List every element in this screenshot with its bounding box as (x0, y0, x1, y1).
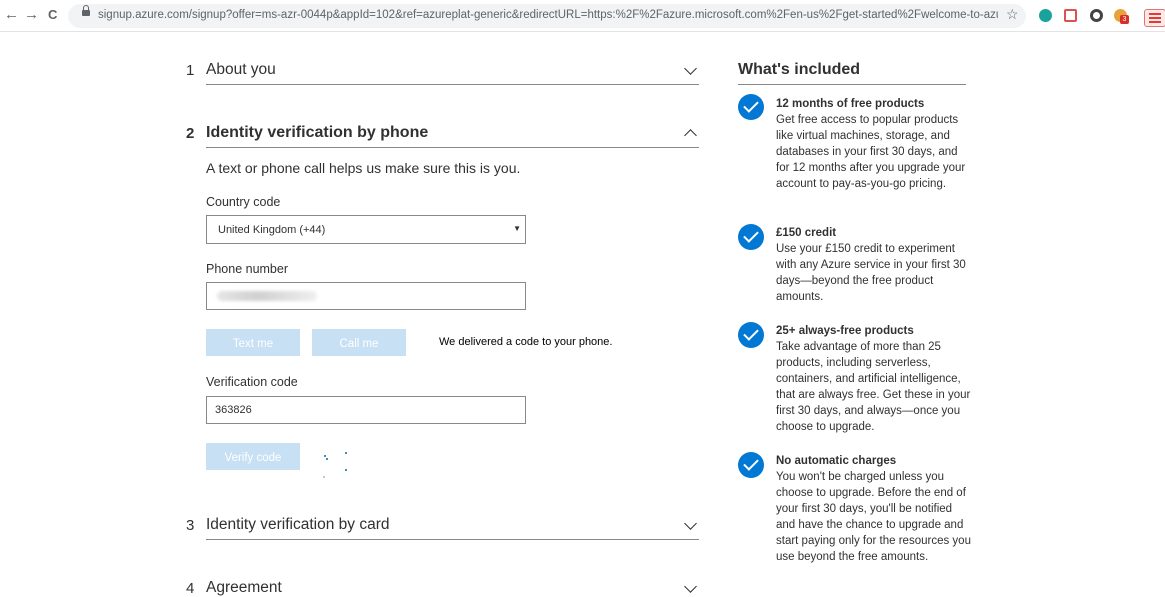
step-number: 1 (186, 62, 195, 79)
benefit-item: No automatic charges You won't be charge… (776, 453, 971, 565)
benefit-body: Use your £150 credit to experiment with … (776, 243, 966, 303)
verification-code-label: Verification code (206, 375, 298, 389)
benefit-body: You won't be charged unless you choose t… (776, 471, 971, 563)
phone-number-label: Phone number (206, 262, 289, 276)
divider (206, 84, 699, 85)
benefit-heading: £150 credit (776, 227, 837, 239)
verify-code-button[interactable]: Verify code (206, 443, 300, 470)
pocket-extension-icon[interactable] (1064, 9, 1077, 22)
step-title[interactable]: Identity verification by phone (206, 124, 428, 142)
redacted-phone-number (217, 291, 317, 301)
benefit-heading: No automatic charges (776, 455, 897, 467)
benefit-item: £150 credit Use your £150 credit to expe… (776, 225, 971, 305)
step-number: 3 (186, 517, 195, 534)
lock-icon (82, 5, 90, 16)
grammar-extension-icon[interactable] (1039, 9, 1052, 22)
phone-number-input[interactable] (206, 282, 526, 310)
chevron-down-icon[interactable] (684, 580, 697, 593)
benefit-item: 25+ always-free products Take advantage … (776, 323, 971, 435)
verification-code-value: 363826 (215, 404, 252, 416)
back-icon[interactable]: ← (4, 6, 19, 24)
step-number: 2 (186, 125, 195, 142)
extension-badge: 3 (1120, 15, 1129, 24)
step-title[interactable]: Agreement (206, 579, 282, 597)
country-code-label: Country code (206, 195, 281, 209)
chevron-down-icon[interactable] (684, 517, 697, 530)
code-delivered-message: We delivered a code to your phone. (439, 336, 613, 348)
address-bar[interactable]: signup.azure.com/signup?offer=ms-azr-004… (68, 4, 1026, 28)
profile-extension-icon[interactable]: 3 (1114, 9, 1129, 24)
phone-intro-text: A text or phone call helps us make sure … (206, 160, 521, 176)
verification-code-input[interactable]: 363826 (206, 396, 526, 424)
record-extension-icon[interactable] (1090, 9, 1103, 22)
call-me-button[interactable]: Call me (312, 329, 406, 356)
bookmark-star-icon[interactable]: ☆ (1006, 6, 1019, 23)
text-me-button[interactable]: Text me (206, 329, 300, 356)
divider (206, 147, 699, 148)
divider (206, 539, 699, 540)
checkmark-icon (738, 94, 764, 120)
step-title[interactable]: About you (206, 61, 276, 79)
country-code-select[interactable]: United Kingdom (+44) ▼ (206, 215, 526, 244)
checkmark-icon (738, 224, 764, 250)
benefit-body: Take advantage of more than 25 products,… (776, 341, 971, 433)
reload-icon[interactable]: C (48, 6, 57, 24)
chevron-down-icon[interactable] (684, 62, 697, 75)
forward-icon[interactable]: → (24, 6, 39, 24)
benefit-body: Get free access to popular products like… (776, 114, 966, 190)
benefit-heading: 12 months of free products (776, 98, 925, 110)
country-code-value: United Kingdom (+44) (218, 224, 326, 236)
checkmark-icon (738, 322, 764, 348)
step-title[interactable]: Identity verification by card (206, 516, 390, 534)
divider (738, 84, 966, 85)
browser-toolbar: ← → C signup.azure.com/signup?offer=ms-a… (0, 0, 1165, 32)
url-text[interactable]: signup.azure.com/signup?offer=ms-azr-004… (98, 9, 998, 21)
benefit-item: 12 months of free products Get free acce… (776, 96, 971, 192)
checkmark-icon (738, 452, 764, 478)
benefit-heading: 25+ always-free products (776, 325, 914, 337)
dropdown-caret-icon: ▼ (513, 224, 521, 233)
whats-included-title: What's included (738, 61, 861, 78)
step-number: 4 (186, 580, 195, 597)
menu-extension-icon[interactable] (1144, 9, 1165, 27)
chevron-up-icon[interactable] (684, 129, 697, 142)
